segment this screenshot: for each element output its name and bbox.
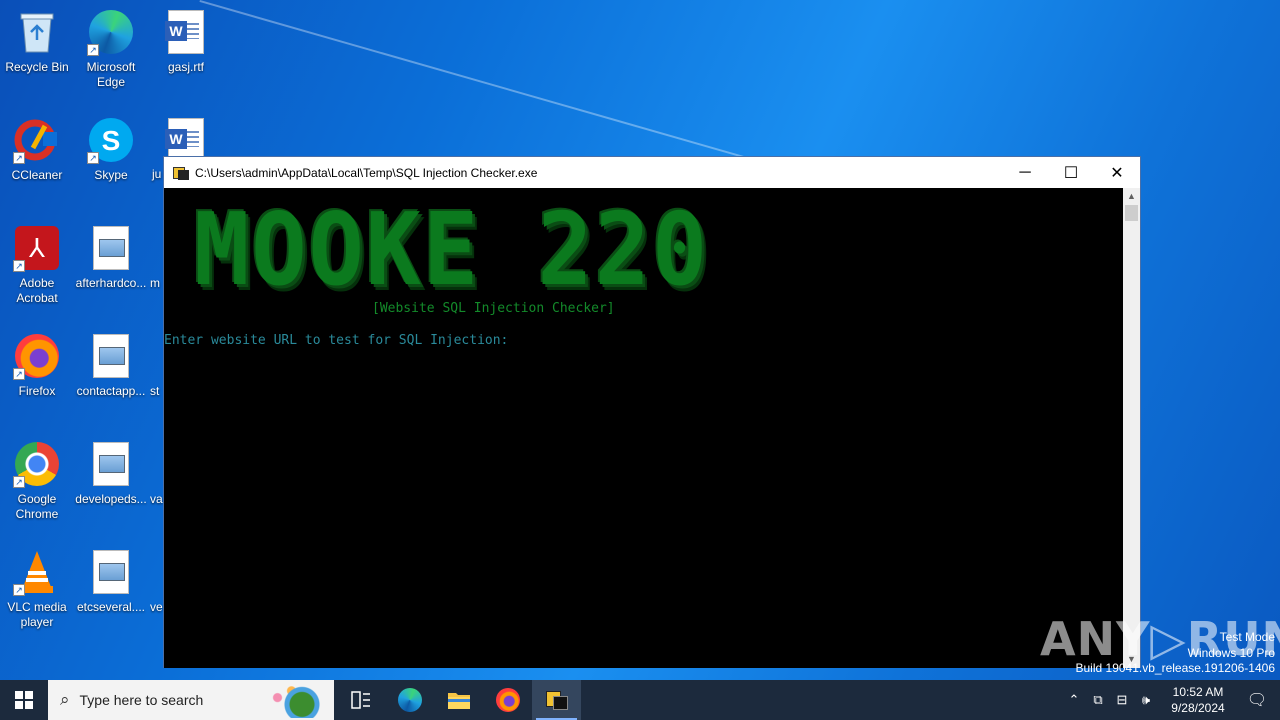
edge-icon [397,688,422,712]
banner-subtitle: [Website SQL Injection Checker] [372,301,615,316]
desktop-icon-partial-va[interactable]: va [150,440,164,507]
desktop-icon-partial-ve[interactable]: ve [150,548,164,615]
desktop-icon-vlc[interactable]: ↗ VLC media player [1,548,73,630]
image-file-icon [87,224,135,272]
desktop-icon-label: m [150,276,160,290]
window-titlebar[interactable]: C:\Users\admin\AppData\Local\Temp\SQL In… [164,157,1140,188]
word-document-icon: W [162,8,210,56]
console-output[interactable]: MOOKE 220 [Website SQL Injection Checker… [164,188,1124,668]
firefox-icon: ↗ [13,332,61,380]
window-title: C:\Users\admin\AppData\Local\Temp\SQL In… [195,165,538,180]
meet-now-icon[interactable]: ⧉ [1086,692,1110,708]
console-app-icon [545,689,568,711]
desktop-icon-skype[interactable]: S ↗ Skype [75,116,147,183]
folder-icon [447,693,470,709]
skype-icon: S ↗ [87,116,135,164]
ascii-banner: MOOKE 220 [194,191,710,308]
minimize-button[interactable]: ─ [1002,157,1048,188]
search-icon: ⌕ [60,690,70,709]
desktop-icon-partial-st[interactable]: st [150,332,164,399]
clock-time: 10:52 AM [1172,685,1224,699]
image-file-icon [87,440,135,488]
ccleaner-icon: ↗ [13,116,61,164]
firefox-icon [495,688,520,712]
desktop-icon-label: VLC media player [7,600,67,629]
desktop-icon-label: developeds... [75,492,147,506]
desktop-icon-label: contactapp... [76,384,146,398]
desktop-icon-label: Skype [94,168,128,182]
taskbar-console-app-button[interactable] [532,680,581,720]
acrobat-icon: ⅄ ↗ [13,224,61,272]
desktop-icon-label: Recycle Bin [5,60,69,74]
desktop-icon-label: afterhardco... [75,276,147,290]
url-prompt: Enter website URL to test for SQL Inject… [164,333,509,348]
desktop-icon-partial-m[interactable]: m [150,224,164,291]
taskbar-firefox-button[interactable] [483,680,532,720]
search-placeholder: Type here to search [79,692,204,708]
notification-center-icon[interactable]: 🗨 [1234,690,1280,710]
scrollbar-thumb[interactable] [1125,205,1138,221]
desktop-icon-microsoft-edge[interactable]: ↗ Microsoft Edge [75,8,147,90]
vlc-icon: ↗ [13,548,61,596]
desktop-icon-recycle-bin[interactable]: Recycle Bin [1,8,73,75]
console-window[interactable]: C:\Users\admin\AppData\Local\Temp\SQL In… [163,156,1141,668]
desktop-icon-label: Adobe Acrobat [16,276,58,305]
desktop-icon-label: va [150,492,163,506]
desktop-icon-label: Microsoft Edge [86,60,136,89]
desktop-icon-etcseveral[interactable]: etcseveral.... [75,548,147,615]
desktop-icon-label: ve [150,600,163,614]
recycle-bin-icon [13,8,61,56]
image-file-icon [87,548,135,596]
desktop-icon-label: ju [152,167,162,181]
desktop-icon-developeds[interactable]: developeds... [75,440,147,507]
taskbar-file-explorer-button[interactable] [434,680,483,720]
chrome-icon: ↗ [13,440,61,488]
windows-logo-icon [15,691,33,709]
taskbar: ⌕ Type here to search ⌃ ⧉ ⊟ 🕪 10:52 AM 9… [0,680,1280,720]
desktop-icon-contactapp[interactable]: contactapp... [75,332,147,399]
build-text: Build 19041.vb_release.191206-1406 [1075,661,1276,675]
desktop-icon-label: Google Chrome [15,492,59,521]
clock-date: 9/28/2024 [1171,701,1225,715]
system-tray: ⌃ ⧉ ⊟ 🕪 10:52 AM 9/28/2024 🗨 [1062,680,1280,720]
scroll-up-arrow-icon[interactable]: ▲ [1123,188,1140,205]
windows-edition-text: Windows 10 Pro [1187,645,1275,660]
desktop-icon-label: etcseveral.... [76,600,146,614]
desktop-icon-label: Firefox [18,384,56,398]
desktop-icon-firefox[interactable]: ↗ Firefox [1,332,73,399]
task-view-button[interactable] [336,680,385,720]
taskbar-edge-button[interactable] [385,680,434,720]
desktop-icon-label: gasj.rtf [167,60,204,74]
desktop-icon-adobe-acrobat[interactable]: ⅄ ↗ Adobe Acrobat [1,224,73,306]
desktop-icon-label: CCleaner [11,168,63,182]
start-button[interactable] [0,680,48,720]
chevron-up-icon[interactable]: ⌃ [1062,692,1086,708]
test-mode-text: Test Mode [1219,630,1275,644]
desktop-icon-google-chrome[interactable]: ↗ Google Chrome [1,440,73,522]
vertical-scrollbar[interactable]: ▲ ▼ [1123,188,1140,668]
edge-icon: ↗ [87,8,135,56]
taskbar-search-box[interactable]: ⌕ Type here to search [48,680,334,720]
image-file-icon [87,332,135,380]
maximize-button[interactable]: ☐ [1048,157,1094,188]
taskbar-clock[interactable]: 10:52 AM 9/28/2024 [1162,684,1234,716]
desktop-icon-gasj-rtf[interactable]: W gasj.rtf [150,8,222,75]
network-icon[interactable]: ⊟ [1110,692,1134,708]
search-highlight-image [260,684,330,718]
volume-icon[interactable]: 🕪 [1134,692,1158,708]
desktop-icon-afterhardco[interactable]: afterhardco... [75,224,147,291]
system-info: Test Mode Windows 10 Pro Build 19041.vb_… [1076,630,1276,677]
desktop-icon-ccleaner[interactable]: ↗ CCleaner [1,116,73,183]
console-app-icon [173,165,189,181]
desktop-icon-label: st [150,384,160,398]
task-view-icon [350,691,370,709]
close-button[interactable]: ✕ [1094,157,1140,188]
